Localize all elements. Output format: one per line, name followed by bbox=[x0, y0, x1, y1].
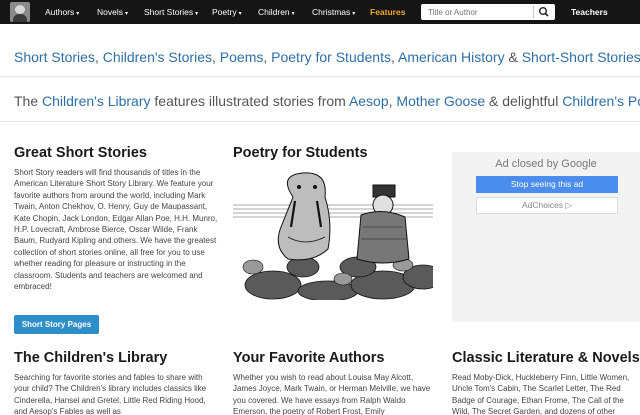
chevron-down-icon: ▾ bbox=[291, 11, 295, 17]
divider bbox=[0, 121, 640, 122]
adchoices-button[interactable]: AdChoices ▷ bbox=[476, 197, 618, 214]
top-nav: Authors ▾ Novels ▾ Short Stories ▾ Poetry ▾ … bbox=[0, 0, 640, 24]
link-mother-goose[interactable]: Mother Goose bbox=[396, 93, 485, 109]
divider bbox=[0, 76, 640, 77]
short-stories-text: Short Story readers will find thousands … bbox=[14, 168, 218, 292]
link-american-history[interactable]: American History bbox=[398, 49, 505, 65]
category-links: Short Stories, Children's Stories, Poems… bbox=[14, 49, 640, 65]
stop-seeing-ad-button[interactable]: Stop seeing this ad bbox=[476, 176, 618, 193]
logo-portrait-head bbox=[15, 5, 25, 14]
childrens-library-heading: The Children's Library bbox=[14, 350, 168, 366]
poetry-heading: Poetry for Students bbox=[233, 145, 368, 161]
classic-lit-heading: Classic Literature & Novels bbox=[452, 350, 640, 366]
search-box bbox=[421, 4, 555, 20]
ad-placeholder: Ad closed by Google Stop seeing this ad … bbox=[452, 152, 640, 322]
link-poems[interactable]: Poems bbox=[220, 49, 264, 65]
site-logo[interactable] bbox=[10, 2, 30, 22]
library-line: The Children's Library features illustra… bbox=[14, 93, 640, 109]
search-input[interactable] bbox=[421, 4, 531, 20]
nav-authors[interactable]: Authors ▾ bbox=[45, 0, 79, 24]
chevron-down-icon: ▾ bbox=[124, 11, 128, 17]
chevron-down-icon: ▾ bbox=[76, 11, 80, 17]
chevron-down-icon: ▾ bbox=[238, 11, 242, 17]
google-logo: Google bbox=[561, 158, 597, 170]
link-childrens-library[interactable]: Children's Library bbox=[42, 93, 151, 109]
classic-lit-text: Read Moby-Dick, Huckleberry Finn, Little… bbox=[452, 373, 630, 415]
chevron-down-icon: ▾ bbox=[195, 11, 199, 17]
logo-portrait-body bbox=[13, 14, 27, 22]
nav-children[interactable]: Children ▾ bbox=[258, 0, 295, 24]
childrens-library-text: Searching for favorite stories and fable… bbox=[14, 373, 207, 415]
link-short-short-stories[interactable]: Short-Short Stories bbox=[522, 49, 640, 65]
favorite-authors-text: Whether you wish to read about Louisa Ma… bbox=[233, 373, 431, 415]
link-aesop[interactable]: Aesop bbox=[349, 93, 389, 109]
short-story-pages-button[interactable]: Short Story Pages bbox=[14, 315, 99, 334]
search-icon bbox=[538, 7, 549, 17]
ad-closed-label: Ad closed by Google bbox=[495, 158, 597, 170]
walrus-and-carpenter-illustration[interactable] bbox=[233, 167, 433, 300]
nav-features[interactable]: Features bbox=[370, 0, 405, 24]
nav-christmas[interactable]: Christmas ▾ bbox=[312, 0, 355, 24]
link-short-stories[interactable]: Short Stories bbox=[14, 49, 95, 65]
chevron-down-icon: ▾ bbox=[352, 11, 356, 17]
search-button[interactable] bbox=[533, 5, 553, 19]
link-childrens-stories[interactable]: Children's Stories bbox=[103, 49, 212, 65]
link-poetry-for-students[interactable]: Poetry for Students bbox=[271, 49, 391, 65]
link-childrens-poems[interactable]: Children's Poems bbox=[562, 93, 640, 109]
nav-novels[interactable]: Novels ▾ bbox=[97, 0, 128, 24]
short-stories-heading: Great Short Stories bbox=[14, 145, 147, 161]
nav-teachers[interactable]: Teachers bbox=[571, 0, 608, 24]
favorite-authors-heading: Your Favorite Authors bbox=[233, 350, 385, 366]
nav-short-stories[interactable]: Short Stories ▾ bbox=[144, 0, 198, 24]
nav-poetry[interactable]: Poetry ▾ bbox=[212, 0, 242, 24]
